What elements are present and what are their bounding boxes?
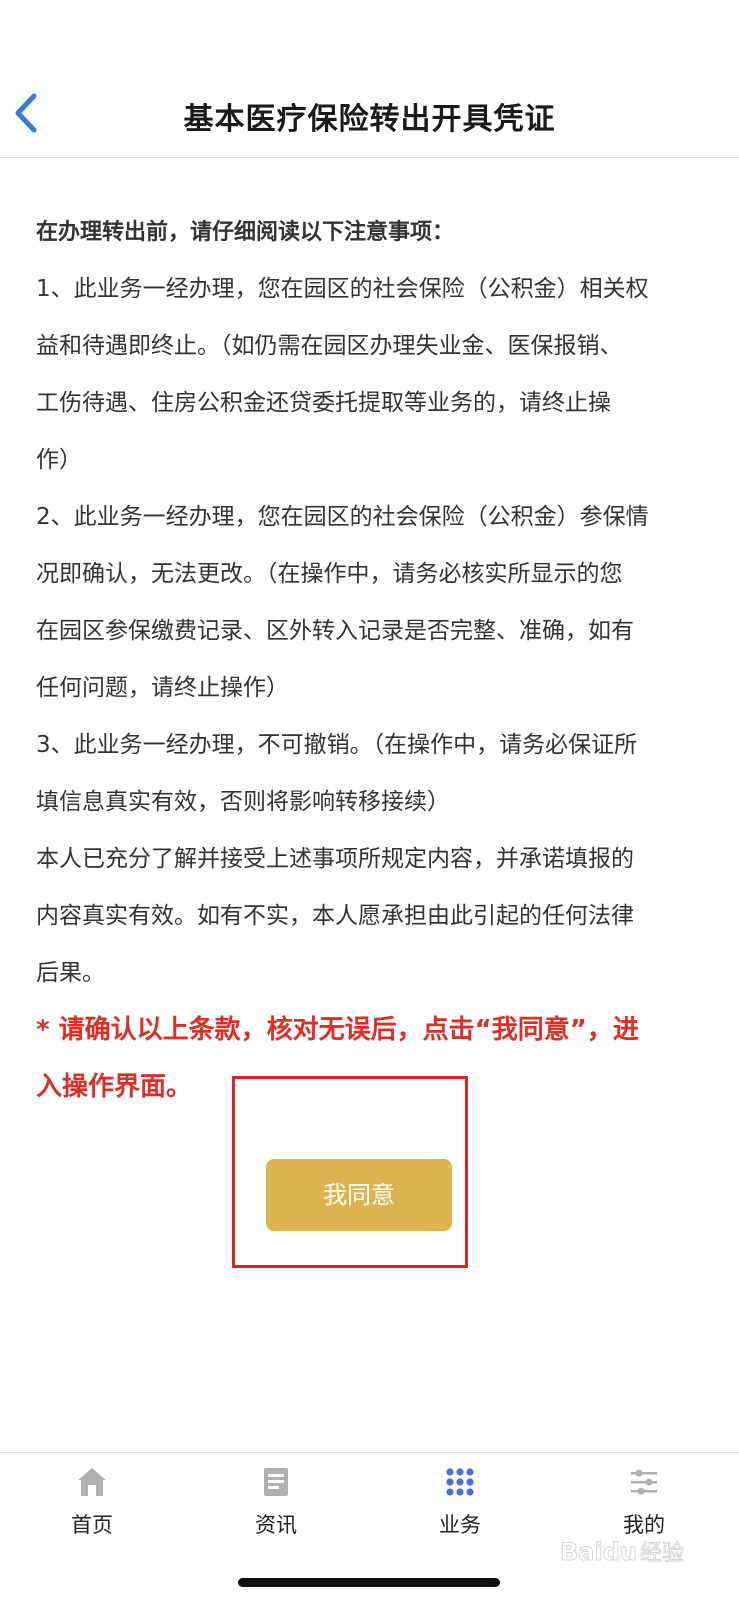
clause-line: 1、此业务一经办理，您在园区的社会保险（公积金）相关权 xyxy=(36,276,649,302)
declaration-line: 后果。 xyxy=(36,960,105,986)
intro-heading: 在办理转出前，请仔细阅读以下注意事项： xyxy=(36,220,455,245)
tab-label: 资讯 xyxy=(255,1513,297,1537)
news-icon xyxy=(259,1465,293,1499)
nav-bar: 基本医疗保险转出开具凭证 xyxy=(0,72,739,158)
clause-1: 1、此业务一经办理，您在园区的社会保险（公积金）相关权 益和待遇即终止。（如仍需… xyxy=(36,261,706,489)
clause-line: 益和待遇即终止。（如仍需在园区办理失业金、医保报销、 xyxy=(36,333,623,359)
declaration-line: 本人已充分了解并接受上述事项所规定内容，并承诺填报的 xyxy=(36,846,634,872)
home-icon xyxy=(75,1465,109,1499)
home-indicator[interactable] xyxy=(238,1578,500,1587)
agree-button[interactable]: 我同意 xyxy=(266,1159,452,1231)
baidu-jingyan-watermark: Baidu 经验 xyxy=(560,1532,700,1572)
tab-business[interactable]: 业务 xyxy=(368,1453,552,1563)
tab-label: 业务 xyxy=(439,1513,481,1537)
warning-line: * 请确认以上条款，核对无误后，点击“我同意”，进 xyxy=(36,1015,639,1045)
svg-text:Baidu: Baidu xyxy=(560,1538,637,1566)
notice-content: 在办理转出前，请仔细阅读以下注意事项： 1、此业务一经办理，您在园区的社会保险（… xyxy=(36,204,706,1116)
declaration: 本人已充分了解并接受上述事项所规定内容，并承诺填报的 内容真实有效。如有不实，本… xyxy=(36,831,706,1002)
tab-news[interactable]: 资讯 xyxy=(184,1453,368,1563)
page-title: 基本医疗保险转出开具凭证 xyxy=(183,102,556,137)
clause-line: 作） xyxy=(36,447,82,473)
clause-line: 在园区参保缴费记录、区外转入记录是否完整、准确，如有 xyxy=(36,618,634,644)
sliders-icon xyxy=(627,1465,661,1499)
clause-3: 3、此业务一经办理，不可撤销。（在操作中，请务必保证所 填信息真实有效，否则将影… xyxy=(36,717,706,831)
clause-line: 2、此业务一经办理，您在园区的社会保险（公积金）参保情 xyxy=(36,504,649,530)
clause-line: 填信息真实有效，否则将影响转移接续） xyxy=(36,789,450,815)
clause-line: 任何问题，请终止操作） xyxy=(36,675,289,701)
grid-icon xyxy=(443,1465,477,1499)
screen: 基本医疗保险转出开具凭证 在办理转出前，请仔细阅读以下注意事项： 1、此业务一经… xyxy=(0,0,739,1600)
clause-line: 况即确认，无法更改。（在操作中，请务必核实所显示的您 xyxy=(36,561,623,587)
clause-2: 2、此业务一经办理，您在园区的社会保险（公积金）参保情 况即确认，无法更改。（在… xyxy=(36,489,706,717)
tab-label: 首页 xyxy=(71,1513,113,1537)
clause-line: 3、此业务一经办理，不可撤销。（在操作中，请务必保证所 xyxy=(36,732,638,758)
svg-text:经验: 经验 xyxy=(640,1541,684,1566)
clause-line: 工伤待遇、住房公积金还贷委托提取等业务的，请终止操 xyxy=(36,390,611,416)
tab-home[interactable]: 首页 xyxy=(0,1453,184,1563)
declaration-line: 内容真实有效。如有不实，本人愿承担由此引起的任何法律 xyxy=(36,903,634,929)
